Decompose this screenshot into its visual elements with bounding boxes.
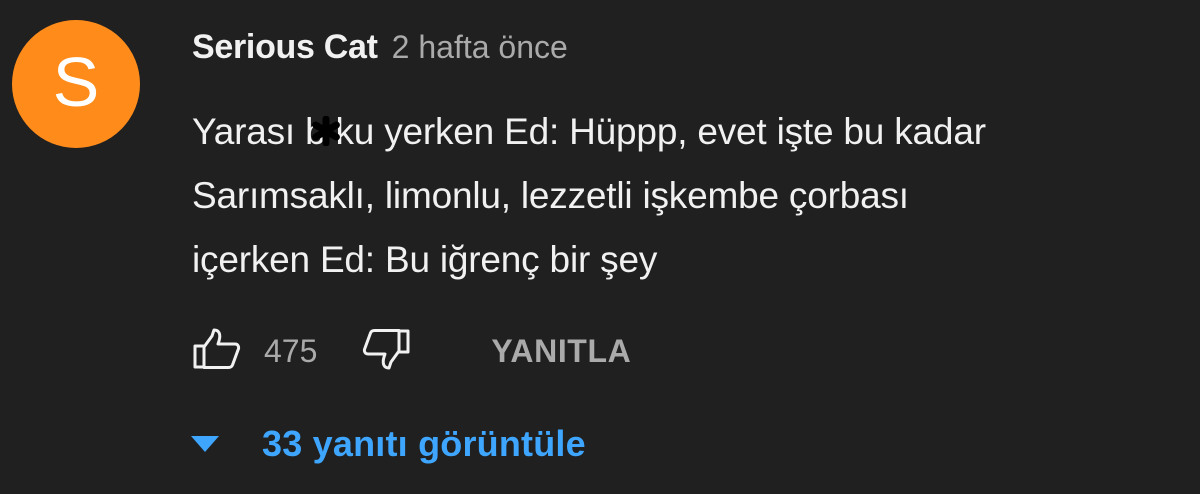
comment-header: Serious Cat 2 hafta önce	[192, 28, 568, 67]
comment-text: Yarası b ku yerken Ed: Hüppp, evet işte b…	[192, 100, 1182, 292]
comment-line-3: içerken Ed: Bu iğrenç bir şey	[192, 239, 658, 280]
avatar-letter: S	[52, 43, 100, 121]
reply-button[interactable]: YANITLA	[491, 333, 631, 370]
comment-line-1-end: ku yerken Ed: Hüppp, evet işte bu kadar	[335, 111, 986, 152]
comment-timestamp[interactable]: 2 hafta önce	[392, 29, 568, 66]
view-replies-label: 33 yanıtı görüntüle	[262, 423, 586, 464]
comment-actions: 475 YANITLA	[192, 328, 631, 374]
comment-line-1: Yarası b ku yerken Ed: Hüppp, evet işte b…	[192, 100, 1182, 164]
dislike-button[interactable]	[361, 328, 411, 374]
comment-line-2: Sarımsaklı, limonlu, lezzetli işkembe ço…	[192, 175, 909, 216]
caret-down-icon	[190, 434, 220, 454]
author-avatar[interactable]: S	[12, 20, 140, 148]
thumbs-down-icon	[362, 328, 410, 375]
thumbs-up-icon	[193, 328, 241, 375]
comment-line-1-start: Yarası b	[192, 111, 326, 152]
author-name[interactable]: Serious Cat	[192, 28, 378, 67]
asterisk-censor-icon	[311, 116, 341, 146]
comment-thread: S Serious Cat 2 hafta önce Yarası b ku ye…	[0, 0, 1200, 494]
view-replies-button[interactable]: 33 yanıtı görüntüle	[190, 420, 586, 468]
like-count: 475	[264, 332, 318, 369]
like-button[interactable]	[192, 328, 242, 374]
